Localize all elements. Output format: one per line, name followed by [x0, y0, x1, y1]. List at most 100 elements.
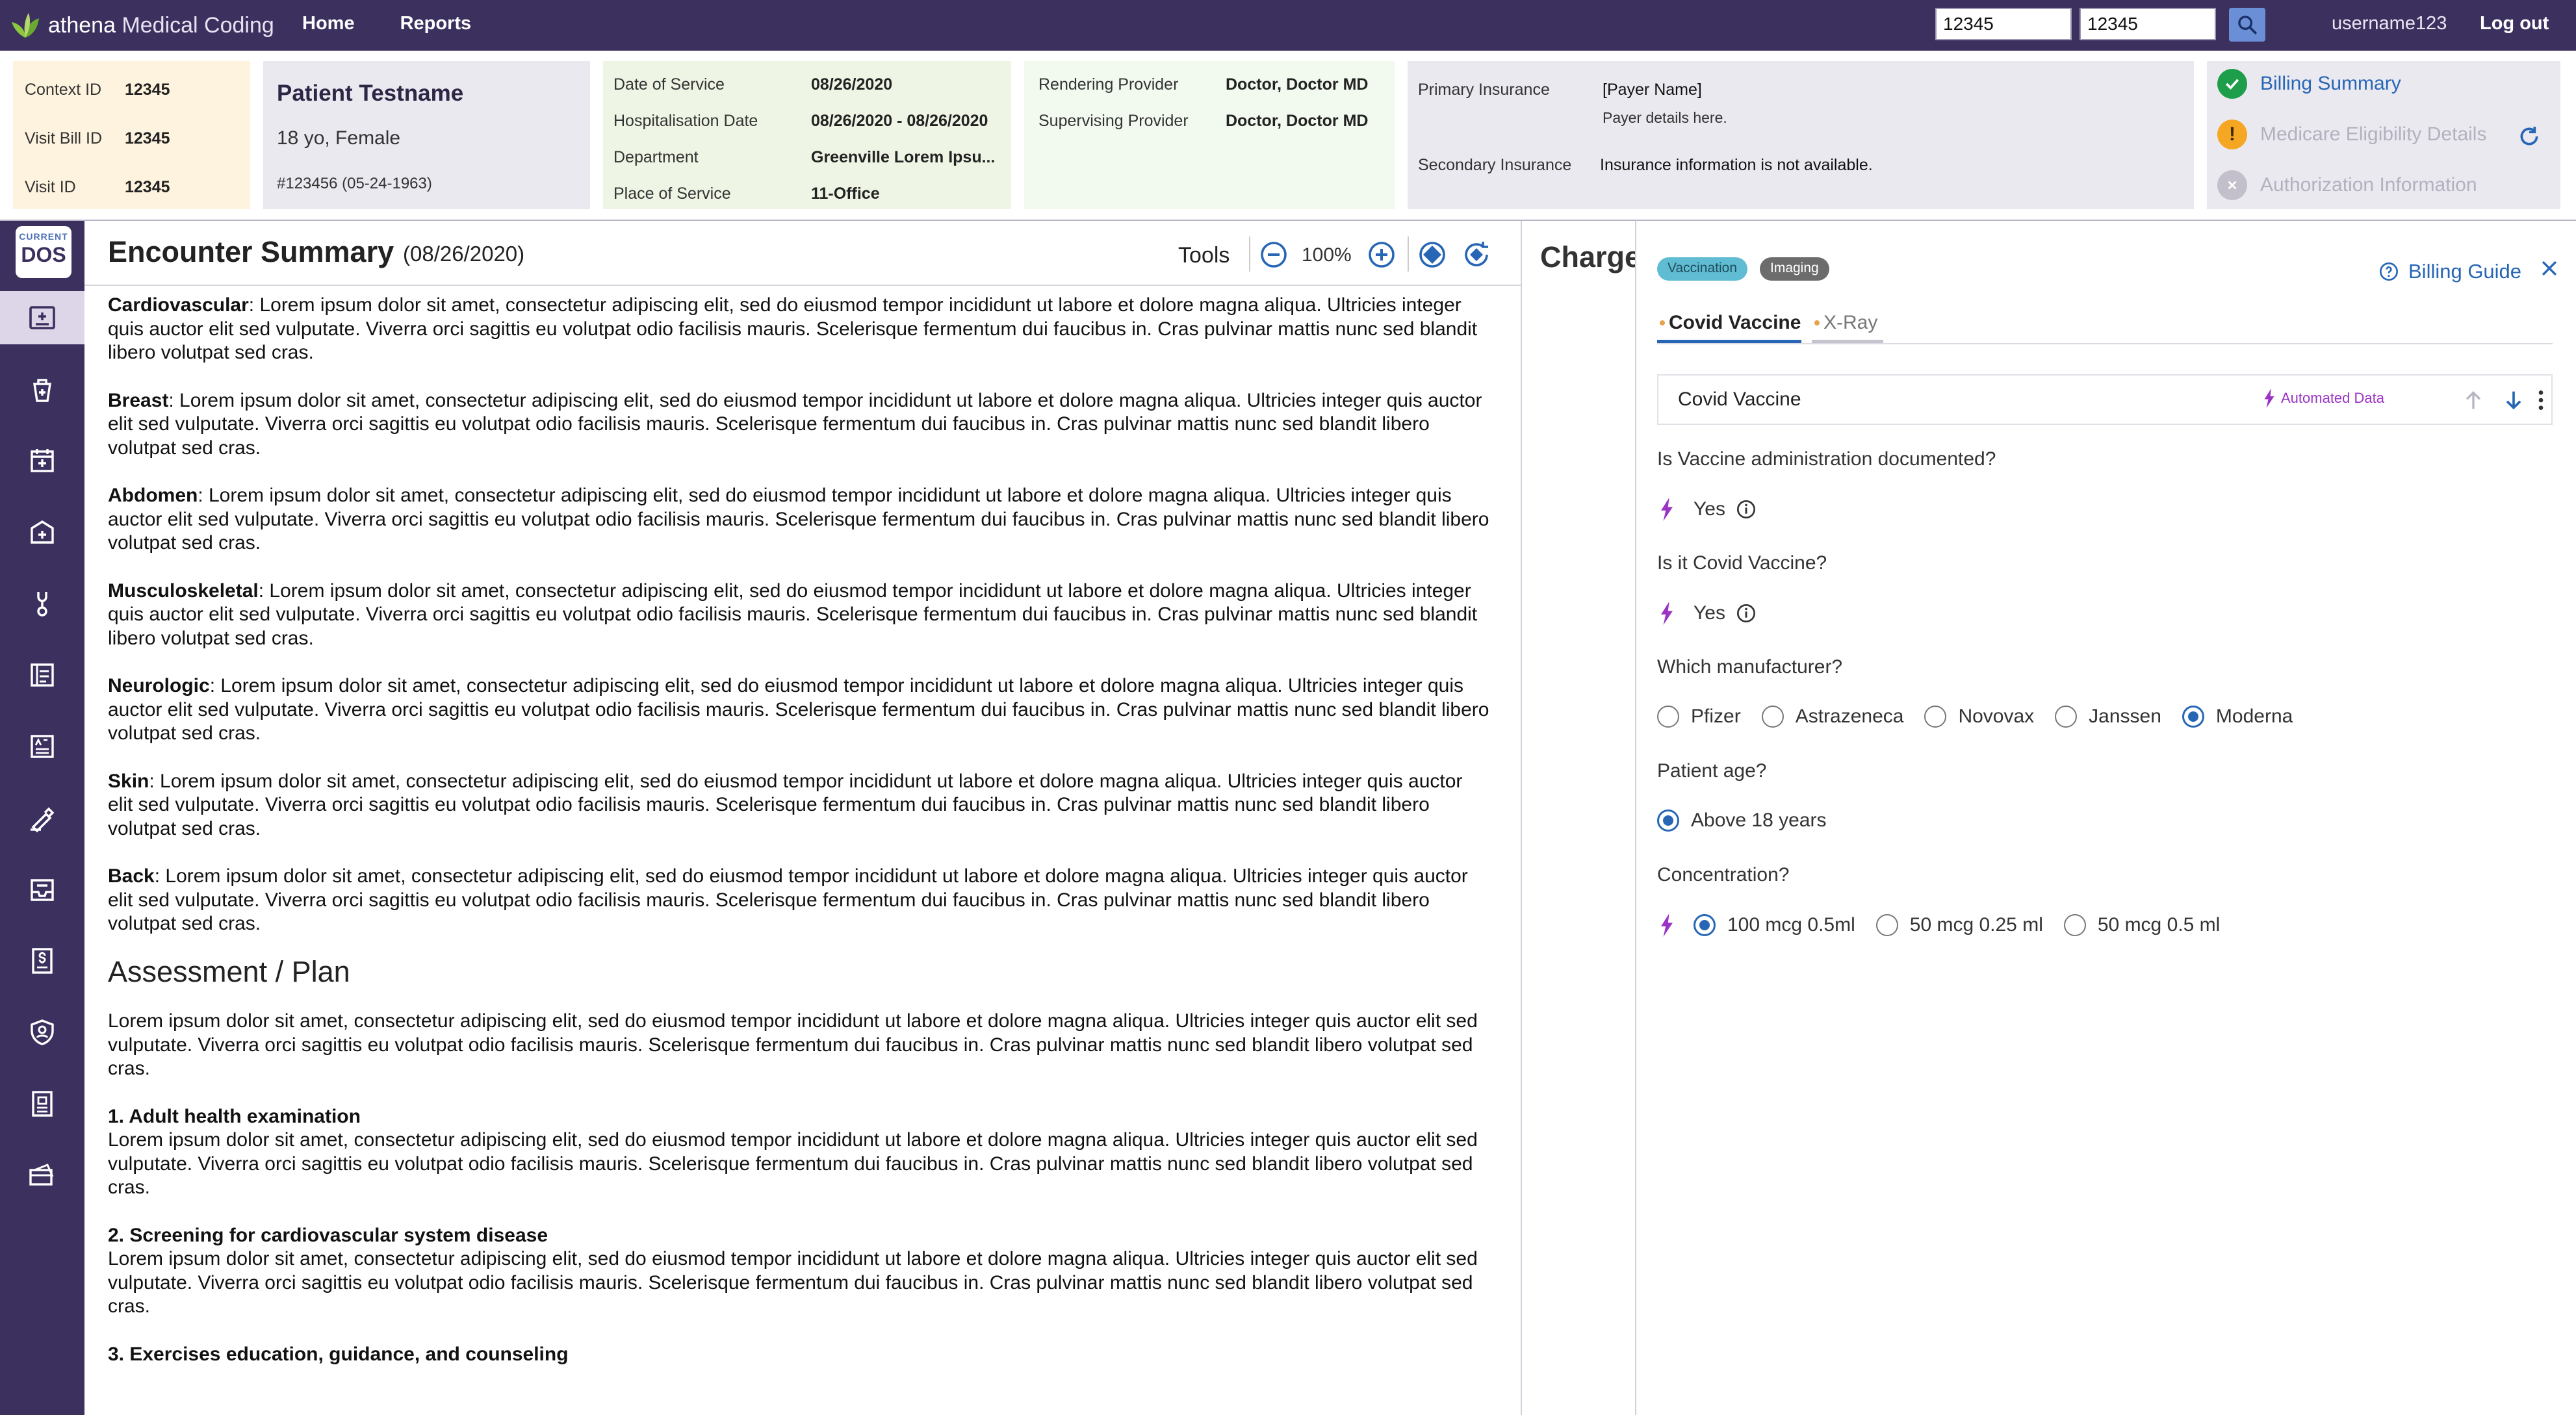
brand[interactable]: athena Medical Coding: [9, 8, 274, 43]
radio-novovax[interactable]: Novovax: [1924, 706, 2034, 728]
radio-50mcg-0-25ml[interactable]: 50 mcg 0.25 ml: [1875, 914, 2043, 936]
info-icon[interactable]: [1736, 603, 1757, 624]
pen-sign-icon: [31, 807, 55, 833]
concentration-options: 100 mcg 0.5ml 50 mcg 0.25 ml 50 mcg 0.5 …: [1657, 913, 2241, 937]
context-id-input[interactable]: [1935, 8, 2072, 40]
nav-home[interactable]: Home: [302, 13, 355, 34]
radio-100mcg-0-5ml[interactable]: 100 mcg 0.5ml: [1694, 914, 1855, 936]
visit-bill-id-value: 12345: [125, 129, 170, 147]
current-dos-button[interactable]: CURRENT DOS: [16, 226, 71, 278]
sidebar-billing[interactable]: [0, 934, 84, 988]
supervising-provider-label: Supervising Provider: [1038, 112, 1189, 130]
age-options: Above 18 years: [1657, 809, 1847, 832]
question-group-title: Covid Vaccine: [1678, 389, 1801, 410]
answer-vaccine-documented: Yes: [1657, 498, 1757, 521]
charges-pane: Charges: [1522, 221, 1636, 1415]
visit-id-input[interactable]: [2080, 8, 2216, 40]
sidebar-card[interactable]: [0, 1149, 84, 1202]
tab-covid-vaccine[interactable]: Covid Vaccine: [1657, 305, 1801, 343]
ids-card: Context ID 12345 Visit Bill ID 12345 Vis…: [13, 61, 250, 209]
search-button[interactable]: [2229, 8, 2265, 42]
pos-label: Place of Service: [613, 185, 731, 203]
sidebar-encounter[interactable]: [0, 291, 84, 344]
plan-intro: Lorem ipsum dolor sit amet, consectetur …: [108, 1010, 1478, 1079]
sidebar-inbox[interactable]: [0, 863, 84, 916]
authorization-info-link[interactable]: Authorization Information: [2217, 170, 2477, 200]
context-id-value: 12345: [125, 81, 170, 99]
coding-drawer: Vaccination Imaging Billing Guide Covid …: [1636, 221, 2576, 1415]
question-is-covid: Is it Covid Vaccine?: [1657, 552, 1827, 574]
nav-reports[interactable]: Reports: [400, 13, 472, 34]
plan-item: 2. Screening for cardiovascular system d…: [108, 1224, 1478, 1318]
search-icon: [2238, 16, 2257, 34]
patient-card: Patient Testname 18 yo, Female #123456 (…: [263, 61, 590, 209]
section-abdomen: Abdomen: Lorem ipsum dolor sit amet, con…: [108, 485, 1489, 554]
lightning-icon: [1661, 913, 1673, 937]
inbox-icon: [31, 879, 54, 901]
billing-icon: [32, 948, 53, 974]
patient-name[interactable]: Patient Testname: [277, 81, 463, 107]
arrow-up-icon[interactable]: [2460, 387, 2486, 413]
logout-link[interactable]: Log out: [2480, 13, 2549, 34]
refresh-icon[interactable]: [2516, 123, 2542, 149]
tools-label: Tools: [1178, 243, 1230, 268]
visit-id-label: Visit ID: [25, 178, 76, 196]
zoom-in-icon[interactable]: [1366, 239, 1397, 270]
chip-imaging[interactable]: Imaging: [1760, 257, 1829, 281]
status-dot-icon: [1814, 320, 1820, 325]
radio-pfizer[interactable]: Pfizer: [1657, 706, 1741, 728]
rotate-icon[interactable]: [1461, 239, 1492, 270]
patient-mrn: #123456 (05-24-1963): [277, 175, 432, 192]
billing-summary-link[interactable]: Billing Summary: [2217, 69, 2401, 99]
radio-astrazeneca[interactable]: Astrazeneca: [1761, 706, 1903, 728]
fit-page-icon[interactable]: [1417, 239, 1448, 270]
radio-janssen[interactable]: Janssen: [2055, 706, 2161, 728]
radio-moderna[interactable]: Moderna: [2182, 706, 2293, 728]
section-skin: Skin: Lorem ipsum dolor sit amet, consec…: [108, 770, 1463, 839]
sidebar-id-card[interactable]: [0, 1077, 84, 1130]
tab-x-ray[interactable]: X-Ray: [1812, 305, 1883, 343]
sidebar-medical-kit[interactable]: [0, 505, 84, 559]
ab-test-icon: [31, 735, 54, 758]
sidebar-ab-test[interactable]: [0, 720, 84, 773]
department-label: Department: [613, 148, 699, 166]
patient-age-sex: 18 yo, Female: [277, 127, 401, 149]
medicare-eligibility-link[interactable]: ! Medicare Eligibility Details: [2217, 120, 2486, 149]
answer-is-covid: Yes: [1657, 602, 1757, 625]
sidebar-user-shield[interactable]: [0, 1006, 84, 1059]
plan-item: 1. Adult health examination Lorem ipsum …: [108, 1105, 1478, 1199]
help-circle-icon: [2380, 262, 2398, 281]
sidebar-sign[interactable]: [0, 791, 84, 845]
question-patient-age: Patient age?: [1657, 760, 1767, 782]
dos-label: Date of Service: [613, 75, 725, 94]
check-icon: [2217, 69, 2247, 99]
sidebar-notes[interactable]: [0, 648, 84, 702]
arrow-down-icon[interactable]: [2501, 387, 2527, 413]
chip-vaccination[interactable]: Vaccination: [1657, 257, 1748, 281]
radio-above-18[interactable]: Above 18 years: [1657, 809, 1826, 832]
radio-50mcg-0-5ml[interactable]: 50 mcg 0.5 ml: [2063, 914, 2220, 936]
username: username123: [2332, 13, 2447, 34]
zoom-out-icon[interactable]: [1258, 239, 1289, 270]
billing-guide-link[interactable]: Billing Guide: [2378, 260, 2521, 283]
zoom-level: 100%: [1302, 244, 1352, 266]
status-dot-icon: [1660, 320, 1665, 325]
document-header: Encounter Summary (08/26/2020) Tools 100…: [84, 221, 1521, 286]
info-icon[interactable]: [1736, 499, 1757, 520]
question-group-header: Covid Vaccine Automated Data: [1657, 374, 2553, 425]
medication-bag-icon: [33, 379, 51, 402]
encounter-icon: [29, 306, 55, 329]
sidebar-medication[interactable]: [0, 363, 84, 416]
tools-divider: [1249, 236, 1250, 272]
primary-insurance-value: [Payer Name]: [1603, 81, 1702, 99]
section-back: Back: Lorem ipsum dolor sit amet, consec…: [108, 865, 1468, 934]
more-vertical-icon[interactable]: [2528, 387, 2554, 413]
hosp-date-value: 08/26/2020 - 08/26/2020: [811, 112, 988, 130]
sidebar-calendar[interactable]: [0, 434, 84, 487]
rendering-provider-label: Rendering Provider: [1038, 75, 1179, 94]
close-icon[interactable]: [2538, 257, 2560, 279]
secondary-insurance-value: Insurance information is not available.: [1600, 156, 1873, 174]
warning-icon: !: [2217, 120, 2247, 149]
sidebar-stethoscope[interactable]: [0, 577, 84, 630]
left-sidebar: CURRENT DOS: [0, 221, 84, 1415]
